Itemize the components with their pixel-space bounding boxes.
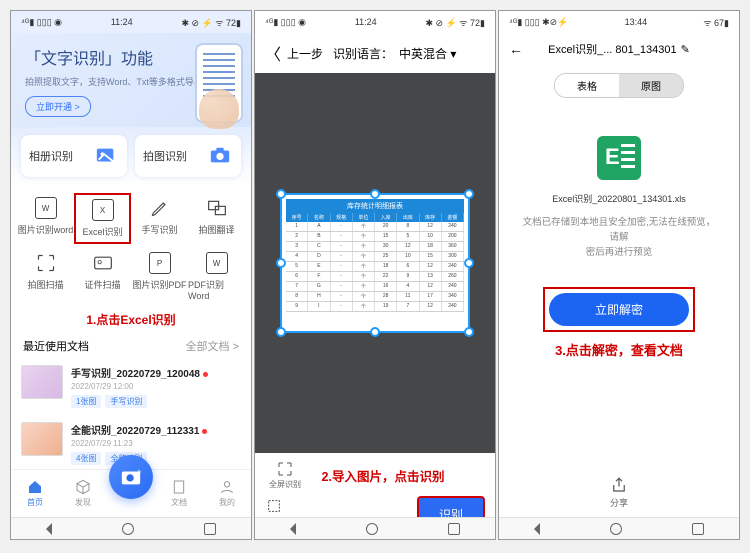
status-bar: ⁴ᴳ▮ ▯▯▯ ◉ 11:24 ✱ ⊘ ⚡ ᯤ 72▮	[11, 11, 251, 33]
status-bar: ⁴ᴳ▮ ▯▯▯ ◉ 11:24 ✱ ⊘ ⚡ ᯤ 72▮	[255, 11, 495, 33]
cube-icon	[74, 479, 92, 495]
home-soft-button[interactable]	[610, 523, 622, 535]
crop-handle[interactable]	[464, 189, 474, 199]
back-arrow-icon[interactable]: 〈	[265, 41, 281, 65]
home-soft-button[interactable]	[122, 523, 134, 535]
fullscreen-tool[interactable]: 全屏识别	[269, 461, 301, 490]
result-filename: Excel识别_20220801_134301.xls	[552, 192, 686, 205]
status-bar: ⁴ᴳ▮ ▯▯▯ ✱⊘⚡ 13:44 ᯤ 67▮	[499, 11, 739, 33]
back-arrow-icon[interactable]: ←	[509, 41, 523, 57]
home-soft-button[interactable]	[366, 523, 378, 535]
doc-icon	[170, 479, 188, 495]
expand-icon	[276, 461, 294, 477]
grid-img-to-pdf[interactable]: P 图片识别PDF	[131, 248, 188, 305]
screen-3-result: ⁴ᴳ▮ ▯▯▯ ✱⊘⚡ 13:44 ᯤ 67▮ ← Excel识别_... 80…	[498, 10, 740, 540]
tab-table[interactable]: 表格	[555, 74, 619, 97]
system-nav	[499, 517, 739, 539]
view-tab-segment: 表格 原图	[554, 73, 684, 98]
status-time: 11:24	[355, 17, 377, 27]
nav-docs[interactable]: 文档	[155, 470, 203, 517]
grid-pdf-to-word[interactable]: W PDF识别Word	[188, 248, 245, 305]
camera-plus-icon: +	[120, 466, 142, 488]
nav-discover[interactable]: 发现	[59, 470, 107, 517]
nav-mine[interactable]: 我的	[203, 470, 251, 517]
crop-handle[interactable]	[276, 327, 286, 337]
annotation-3: 3.点击解密，查看文档	[555, 340, 683, 359]
doc-thumbnail	[21, 422, 63, 456]
status-time: 13:44	[625, 17, 648, 27]
grid-translate[interactable]: 拍图翻译	[188, 193, 245, 244]
auto-icon	[265, 498, 283, 514]
feature-grid: W 图片识别word X Excel识别 手写识别 拍图翻译 拍图扫描	[11, 185, 251, 309]
edit-title-icon[interactable]: ✎	[681, 43, 690, 56]
back-soft-button[interactable]	[534, 523, 540, 535]
grid-word-ocr[interactable]: W 图片识别word	[17, 193, 74, 244]
table-preview-image: 库存统计明细报表 序号名称规格单位入库出库库存金额 1A-个20812240 2…	[282, 195, 468, 331]
annotation-2: 2.导入图片，点击识别	[322, 466, 445, 485]
crop-handle[interactable]	[464, 327, 474, 337]
screen-1-text-recognition: ⁴ᴳ▮ ▯▯▯ ◉ 11:24 ✱ ⊘ ⚡ ᯤ 72▮ 「文字识别」功能 拍照提…	[10, 10, 252, 540]
system-nav	[255, 517, 495, 539]
system-nav	[11, 517, 251, 539]
nav-home[interactable]: 首页	[11, 470, 59, 517]
crop-handle[interactable]	[276, 189, 286, 199]
result-body: Excel识别_20220801_134301.xls 文档已存储到本地且安全加…	[499, 106, 739, 539]
camera-icon	[207, 145, 233, 167]
new-dot-icon	[203, 372, 208, 377]
new-dot-icon	[202, 429, 207, 434]
camera-recognize-card[interactable]: 拍图识别	[135, 135, 241, 177]
camera-fab[interactable]: +	[109, 455, 153, 499]
share-icon	[610, 476, 628, 494]
crop-canvas[interactable]: 库存统计明细报表 序号名称规格单位入库出库库存金额 1A-个20812240 2…	[255, 73, 495, 453]
tab-original[interactable]: 原图	[619, 74, 683, 97]
result-header: ← Excel识别_... 801_134301 ✎	[499, 33, 739, 65]
crop-header: 〈 上一步 识别语言： 中英混合 ▾	[255, 33, 495, 73]
svg-text:+: +	[137, 467, 142, 476]
decrypt-button[interactable]: 立即解密	[549, 293, 689, 326]
grid-excel-ocr[interactable]: X Excel识别	[74, 193, 131, 244]
crop-handle[interactable]	[370, 189, 380, 199]
grid-id-scan[interactable]: 证件扫描	[74, 248, 131, 305]
decrypt-highlight-box: 立即解密	[543, 287, 695, 332]
screen-2-crop-recognize: ⁴ᴳ▮ ▯▯▯ ◉ 11:24 ✱ ⊘ ⚡ ᯤ 72▮ 〈 上一步 识别语言： …	[254, 10, 496, 540]
encrypted-description: 文档已存储到本地且安全加密,无法在线预览，请解 密后再进行预览	[519, 215, 719, 261]
crop-handle[interactable]	[276, 258, 286, 268]
annotation-1: 1.点击Excel识别	[11, 309, 251, 330]
grid-handwriting-ocr[interactable]: 手写识别	[131, 193, 188, 244]
share-action[interactable]: 分享	[610, 476, 628, 509]
back-soft-button[interactable]	[290, 523, 296, 535]
back-label[interactable]: 上一步	[287, 45, 323, 62]
back-soft-button[interactable]	[46, 523, 52, 535]
hero-banner: 「文字识别」功能 拍照提取文字，支持Word、Txt等多格式导出 立即开通 >	[11, 33, 251, 127]
status-time: 11:24	[111, 17, 133, 27]
doc-thumbnail	[21, 365, 63, 399]
lang-label: 识别语言：	[333, 45, 393, 62]
hero-hand-illustration	[199, 89, 239, 129]
crop-handle[interactable]	[464, 258, 474, 268]
recents-soft-button[interactable]	[692, 523, 704, 535]
list-item[interactable]: 手写识别_20220729_120048 2022/07/29 12:00 1张…	[21, 358, 241, 415]
grid-scan[interactable]: 拍图扫描	[17, 248, 74, 305]
translate-icon	[206, 197, 228, 219]
main-actions-row: 相册识别 拍图识别	[11, 127, 251, 185]
all-docs-link[interactable]: 全部文档 >	[186, 338, 239, 354]
recents-soft-button[interactable]	[448, 523, 460, 535]
scan-icon	[35, 252, 57, 274]
home-icon	[26, 479, 44, 495]
id-card-icon	[92, 252, 114, 274]
open-now-button[interactable]: 立即开通 >	[25, 96, 91, 117]
pen-icon	[149, 197, 171, 219]
recents-soft-button[interactable]	[204, 523, 216, 535]
album-recognize-card[interactable]: 相册识别	[21, 135, 127, 177]
recent-header: 最近使用文档	[23, 338, 89, 354]
crop-handle[interactable]	[370, 327, 380, 337]
gallery-icon	[93, 145, 119, 167]
crop-frame[interactable]: 库存统计明细报表 序号名称规格单位入库出库库存金额 1A-个20812240 2…	[280, 193, 470, 333]
excel-file-icon	[597, 136, 641, 180]
user-icon	[218, 479, 236, 495]
lang-selector[interactable]: 中英混合 ▾	[399, 45, 456, 62]
result-title: Excel识别_... 801_134301	[548, 41, 676, 57]
